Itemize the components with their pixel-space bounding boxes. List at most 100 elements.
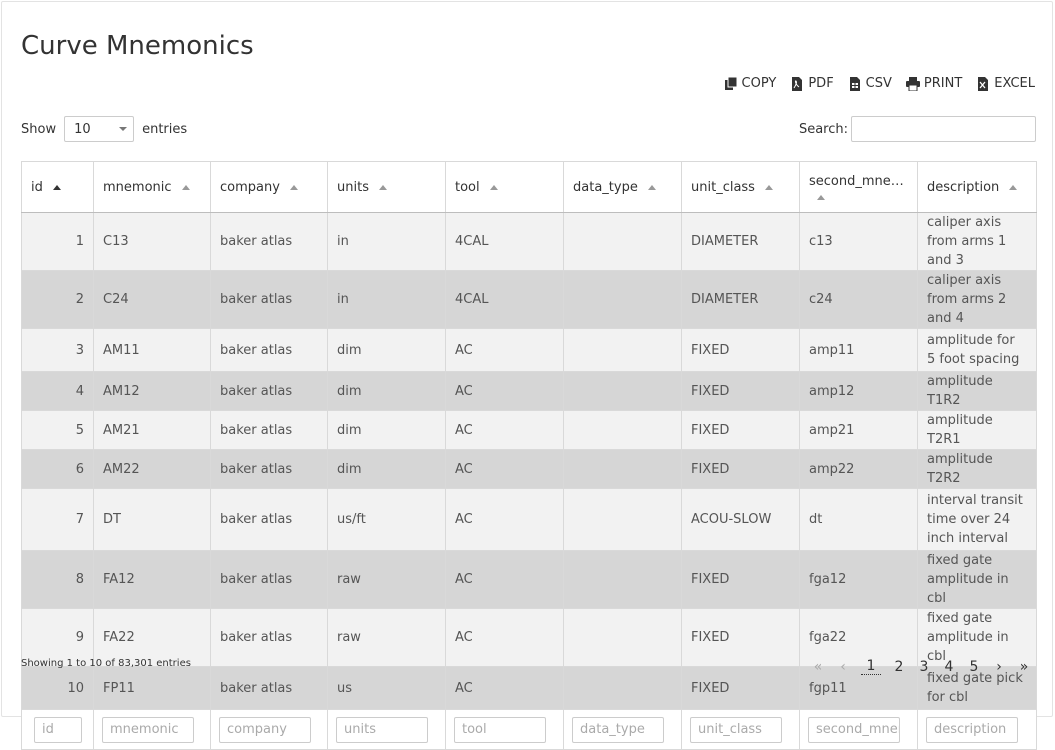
cell-second-mnemonic: c24 [799,270,918,329]
column-header-company[interactable]: company [210,161,328,213]
cell-tool: AC [445,666,564,710]
cell-units: in [327,212,446,271]
cell-data-type [563,666,682,710]
filter-input-mnemonic[interactable]: mnemonic [102,716,194,743]
cell-units: raw [327,608,446,667]
excel-icon [978,76,989,91]
cell-id: 7 [21,488,94,551]
csv-label: CSV [865,76,892,91]
filter-input-unit-class[interactable]: unit_class [690,716,782,743]
copy-button[interactable]: COPY [724,76,776,91]
page-button-2[interactable]: 2 [892,659,906,675]
pagination: « ‹ 1 2 3 4 5 › » [811,658,1031,675]
cell-data-type [563,550,682,609]
page-button-3[interactable]: 3 [917,659,931,675]
filter-input-id[interactable]: id [34,716,82,743]
page-button-4[interactable]: 4 [942,659,956,675]
table-row[interactable]: 1 C13 baker atlas in 4CAL DIAMETER c13 caliper … [21,212,1037,271]
page-button-5[interactable]: 5 [967,659,981,675]
cell-second-mnemonic: amp22 [799,449,918,489]
column-label: description [927,179,1000,195]
filter-input-description[interactable]: description [926,716,1018,743]
cell-tool: AC [445,449,564,489]
cell-unit-class: FIXED [681,410,800,450]
page-length-control: Show 10 entries [21,116,187,142]
cell-description: caliper axis from arms 2 and 4 [917,270,1037,329]
excel-label: EXCEL [994,76,1035,91]
filter-row: id mnemonic company units tool data_type… [21,709,1037,750]
show-label: Show [21,121,57,137]
cell-description: amplitude T2R1 [917,410,1037,450]
cell-mnemonic: AM11 [93,328,211,372]
previous-page-icon[interactable]: ‹ [836,659,850,675]
column-header-unit-class[interactable]: unit_class [681,161,800,213]
search-input[interactable] [851,116,1036,142]
column-header-mnemonic[interactable]: mnemonic [93,161,211,213]
filter-input-company[interactable]: company [219,716,311,743]
column-header-id[interactable]: id [21,161,94,213]
table-row[interactable]: 2 C24 baker atlas in 4CAL DIAMETER c24 caliper … [21,270,1037,329]
column-label: tool [455,179,480,195]
page-button-1[interactable]: 1 [861,658,881,675]
page-length-select[interactable]: 10 [64,116,135,142]
entries-label: entries [142,121,188,137]
cell-id: 4 [21,371,94,411]
table-row[interactable]: 8 FA12 baker atlas raw AC FIXED fga12 fixed gat… [21,550,1037,609]
filter-input-tool[interactable]: tool [454,716,546,743]
cell-company: baker atlas [210,666,328,710]
cell-unit-class: DIAMETER [681,270,800,329]
cell-id: 6 [21,449,94,489]
next-page-icon[interactable]: › [992,659,1006,675]
last-page-icon[interactable]: » [1017,659,1031,675]
column-header-second-mnemonic[interactable]: second_mnem... [799,161,918,213]
pdf-label: PDF [808,76,834,91]
print-button[interactable]: PRINT [905,76,962,91]
sort-icon [817,195,825,200]
cell-tool: AC [445,371,564,411]
cell-mnemonic: AM12 [93,371,211,411]
cell-unit-class: ACOU-SLOW [681,488,800,551]
cell-id: 8 [21,550,94,609]
column-label: mnemonic [103,179,172,195]
filter-input-units[interactable]: units [336,716,428,743]
table-row[interactable]: 4 AM12 baker atlas dim AC FIXED amp12 amplitude… [21,371,1037,411]
table-row[interactable]: 6 AM22 baker atlas dim AC FIXED amp22 amplitude… [21,449,1037,489]
cell-unit-class: FIXED [681,449,800,489]
cell-second-mnemonic: amp12 [799,371,918,411]
cell-company: baker atlas [210,608,328,667]
cell-description: amplitude T1R2 [917,371,1037,411]
pdf-icon [792,76,803,91]
cell-units: raw [327,550,446,609]
column-header-tool[interactable]: tool [445,161,564,213]
page-title: Curve Mnemonics [21,31,254,61]
table-row[interactable]: 7 DT baker atlas us/ft AC ACOU-SLOW dt interval… [21,488,1037,551]
csv-button[interactable]: CSV [848,76,892,91]
cell-id: 10 [21,666,94,710]
first-page-icon[interactable]: « [811,659,825,675]
cell-company: baker atlas [210,410,328,450]
sort-icon [647,184,656,190]
sort-icon [181,184,190,190]
column-label: id [31,179,43,195]
cell-units: dim [327,410,446,450]
column-header-description[interactable]: description [917,161,1037,213]
table-row[interactable]: 5 AM21 baker atlas dim AC FIXED amp21 amplitude… [21,410,1037,450]
filter-input-second-mnemonic[interactable]: second_mner [808,716,900,743]
cell-mnemonic: DT [93,488,211,551]
column-header-units[interactable]: units [327,161,446,213]
chevron-down-icon [119,127,128,131]
search-label: Search: [798,121,848,137]
sort-asc-icon [52,184,61,190]
cell-mnemonic: C24 [93,270,211,329]
table-row[interactable]: 3 AM11 baker atlas dim AC FIXED amp11 amplitude… [21,328,1037,372]
pdf-button[interactable]: PDF [790,76,834,91]
filter-input-data-type[interactable]: data_type [572,716,664,743]
excel-button[interactable]: EXCEL [976,76,1035,91]
cell-company: baker atlas [210,449,328,489]
cell-units: us/ft [327,488,446,551]
cell-second-mnemonic: amp21 [799,410,918,450]
cell-description: fixed gate amplitude in cbl [917,550,1037,609]
cell-tool: AC [445,410,564,450]
cell-description: amplitude for 5 foot spacing [917,328,1037,372]
column-header-data-type[interactable]: data_type [563,161,682,213]
